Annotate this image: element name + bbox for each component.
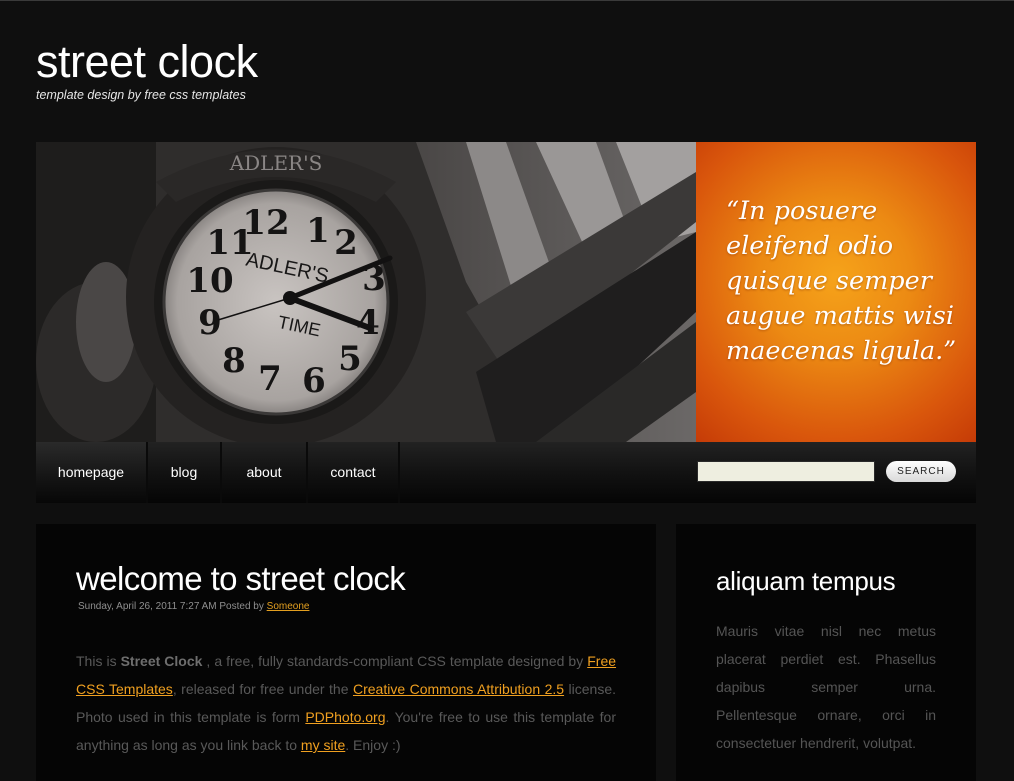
main-nav: homepage blog about contact SEARCH: [36, 442, 976, 503]
site-title[interactable]: street clock: [36, 36, 258, 88]
site-tagline: template design by free css templates: [36, 88, 246, 102]
post-author-link[interactable]: Someone: [267, 601, 310, 612]
post-meta: Sunday, April 26, 2011 7:27 AM Posted by…: [78, 601, 309, 612]
nav-item-contact[interactable]: contact: [308, 442, 400, 503]
quote-box: “In posuere eleifend odio quisque semper…: [696, 142, 976, 442]
site-header: street clock template design by free css…: [36, 36, 258, 102]
clock-numeral-1: 1: [306, 211, 330, 251]
search-input[interactable]: [697, 461, 875, 482]
clock-numeral-10: 10: [186, 261, 233, 301]
banner-quote: “In posuere eleifend odio quisque semper…: [726, 196, 957, 366]
my-site-link[interactable]: my site: [301, 737, 345, 753]
nav-item-homepage[interactable]: homepage: [36, 442, 148, 503]
sidebar-title: aliquam tempus: [716, 566, 896, 596]
nav-item-about[interactable]: about: [222, 442, 308, 503]
banner-photo: 12 1 2 3 4 5 6 7 8 9 10 11 ADLER'S TIME: [36, 142, 696, 442]
post-date: Sunday, April 26, 2011 7:27 AM Posted by: [78, 601, 264, 612]
clock-numeral-8: 8: [222, 341, 246, 381]
post-title[interactable]: welcome to street clock: [76, 560, 406, 598]
nav-item-blog[interactable]: blog: [148, 442, 222, 503]
main-content: welcome to street clock Sunday, April 26…: [36, 524, 656, 781]
clock-numeral-5: 5: [338, 339, 362, 379]
post-next-paragraph: Sed lacus. Donec lectus. Nullam pretium …: [76, 772, 616, 781]
pdphoto-link[interactable]: PDPhoto.org: [305, 709, 385, 725]
post-bold-name: Street Clock: [120, 653, 203, 669]
post-text: , a free, fully standards-compliant CSS …: [206, 653, 584, 669]
post-body: This is Street Clock , a free, fully sta…: [76, 647, 616, 759]
clock-numeral-7: 7: [258, 359, 282, 399]
clock-photo-image: 12 1 2 3 4 5 6 7 8 9 10 11 ADLER'S TIME: [36, 142, 696, 442]
creative-commons-link[interactable]: Creative Commons Attribution 2.5: [353, 681, 564, 697]
top-border: [0, 0, 1014, 1]
clock-sign-text: ADLER'S: [229, 151, 323, 175]
clock-numeral-6: 6: [302, 361, 326, 401]
clock-numeral-2: 2: [334, 223, 358, 263]
banner: 12 1 2 3 4 5 6 7 8 9 10 11 ADLER'S TIME: [36, 142, 976, 442]
sidebar-text: Mauris vitae nisl nec metus placerat per…: [716, 623, 936, 751]
sidebar: aliquam tempus Mauris vitae nisl nec met…: [676, 524, 976, 781]
search-button[interactable]: SEARCH: [886, 461, 956, 482]
post-text: This is: [76, 653, 117, 669]
post-text: , released for free under the: [172, 681, 349, 697]
post-text: . Enjoy :): [345, 737, 401, 753]
clock-numeral-9: 9: [198, 303, 222, 343]
